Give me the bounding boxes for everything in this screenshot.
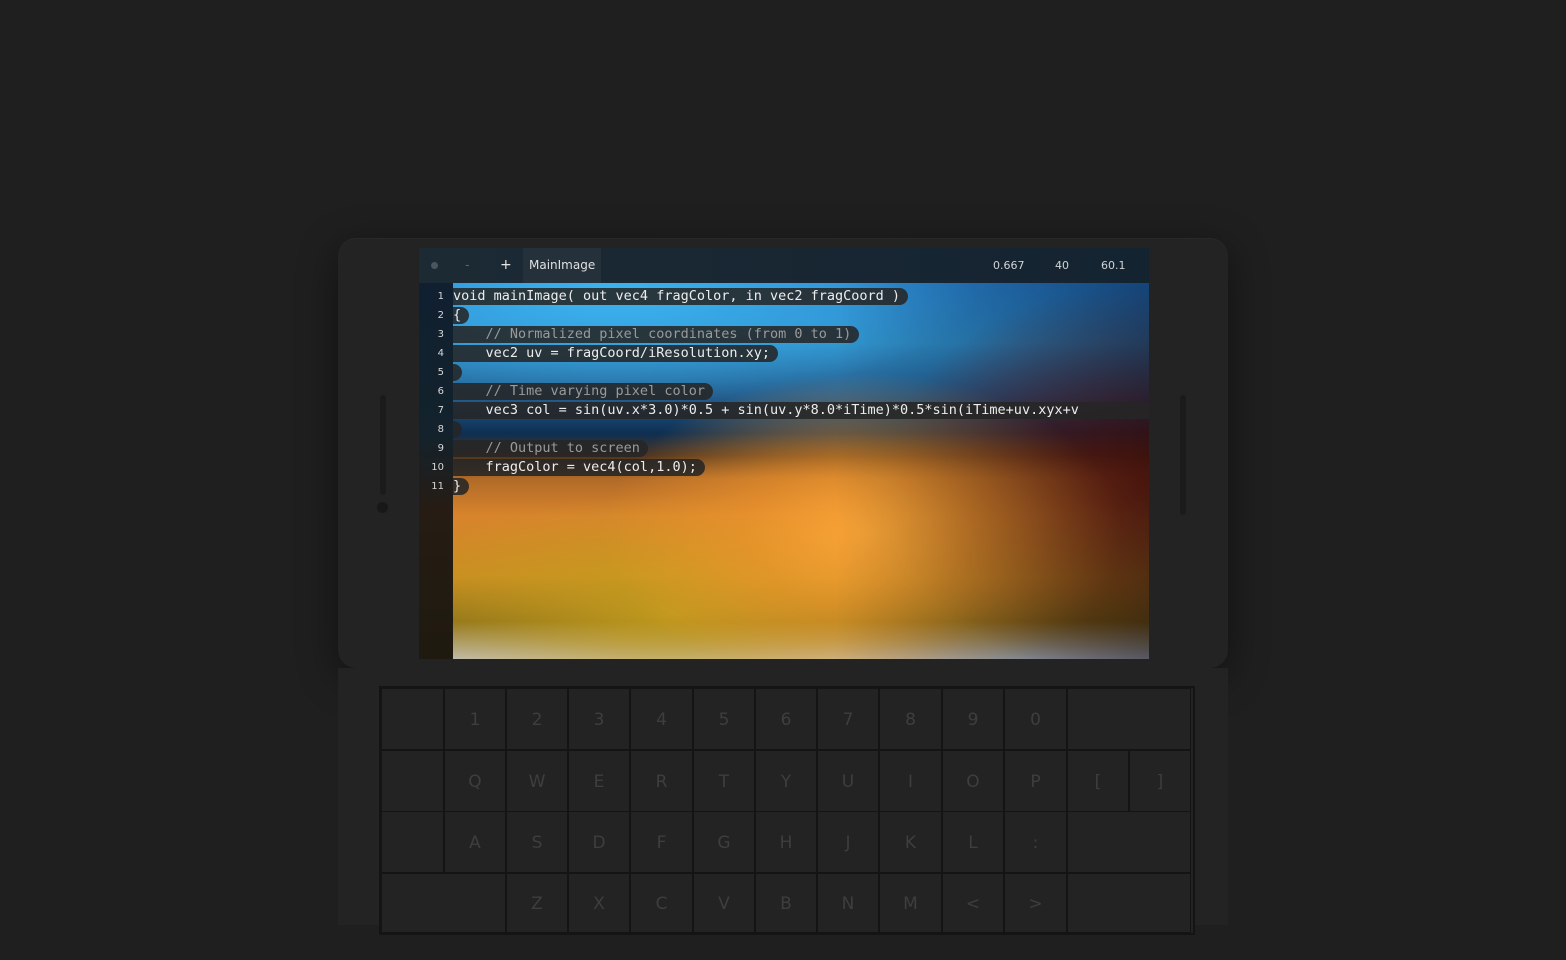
key-m[interactable]: M — [879, 873, 942, 933]
key-0[interactable]: 0 — [1004, 688, 1067, 750]
code-text[interactable]: fragColor = vec4(col,1.0); — [453, 459, 705, 476]
code-line[interactable]: 2{ — [419, 306, 1149, 325]
code-line[interactable]: 3 // Normalized pixel coordinates (from … — [419, 325, 1149, 344]
key-blank[interactable] — [1067, 811, 1191, 873]
code-text[interactable] — [453, 364, 462, 381]
tab-main-image[interactable]: MainImage — [523, 248, 602, 283]
line-number: 6 — [437, 386, 444, 397]
key-y[interactable]: Y — [755, 750, 817, 812]
code-line[interactable]: 11} — [419, 477, 1149, 496]
code-line[interactable]: 1 void mainImage( out vec4 fragColor, in … — [419, 287, 1149, 306]
key-blank[interactable] — [381, 688, 444, 750]
key-rbracket[interactable]: ] — [1129, 750, 1191, 812]
key-6[interactable]: 6 — [755, 688, 817, 750]
key-x[interactable]: X — [568, 873, 630, 933]
line-number: 8 — [437, 424, 444, 435]
code-line[interactable]: 9 // Output to screen — [419, 439, 1149, 458]
editor-toolbar: - + MainImage 0.667 40 60.1 — [419, 248, 1149, 283]
key-i[interactable]: I — [879, 750, 942, 812]
key-blank[interactable] — [381, 750, 444, 812]
line-number: 11 — [431, 481, 444, 492]
key-9[interactable]: 9 — [942, 688, 1004, 750]
key-3[interactable]: 3 — [568, 688, 630, 750]
line-number: 9 — [437, 443, 444, 454]
key-1[interactable]: 1 — [444, 688, 506, 750]
key-e[interactable]: E — [568, 750, 630, 812]
code-comment[interactable]: // Normalized pixel coordinates (from 0 … — [453, 326, 860, 343]
key-s[interactable]: S — [506, 811, 568, 873]
key-d[interactable]: D — [568, 811, 630, 873]
code-comment[interactable]: // Time varying pixel color — [453, 383, 713, 400]
line-number: 4 — [437, 348, 444, 359]
key-r[interactable]: R — [630, 750, 693, 812]
key-v[interactable]: V — [693, 873, 755, 933]
key-blank[interactable] — [1067, 873, 1191, 933]
code-text[interactable]: } — [453, 478, 470, 495]
shader-editor-screen: - + MainImage 0.667 40 60.1 1 void mainIm… — [419, 248, 1149, 659]
key-z[interactable]: Z — [506, 873, 568, 933]
key-5[interactable]: 5 — [693, 688, 755, 750]
zoom-out-button[interactable]: - — [465, 248, 470, 283]
code-text[interactable]: { — [453, 307, 470, 324]
code-line[interactable]: 8 — [419, 420, 1149, 439]
key-c[interactable]: C — [630, 873, 693, 933]
key-greater[interactable]: > — [1004, 873, 1067, 933]
key-w[interactable]: W — [506, 750, 568, 812]
key-j[interactable]: J — [817, 811, 879, 873]
add-pass-button[interactable]: + — [500, 248, 512, 283]
right-side-button — [1180, 395, 1186, 515]
code-line[interactable]: 6 // Time varying pixel color — [419, 382, 1149, 401]
record-dot-icon[interactable] — [431, 262, 438, 269]
key-l[interactable]: L — [942, 811, 1004, 873]
key-u[interactable]: U — [817, 750, 879, 812]
code-line[interactable]: 5 — [419, 363, 1149, 382]
code-comment[interactable]: // Output to screen — [453, 440, 648, 457]
key-7[interactable]: 7 — [817, 688, 879, 750]
code-line[interactable]: 7 vec3 col = sin(uv.x*3.0)*0.5 + sin(uv.… — [419, 401, 1149, 420]
left-side-button — [380, 395, 386, 495]
key-n[interactable]: N — [817, 873, 879, 933]
key-blank[interactable] — [381, 811, 444, 873]
fps-readout: 60.1 — [1101, 259, 1126, 272]
line-number: 7 — [437, 405, 444, 416]
key-4[interactable]: 4 — [630, 688, 693, 750]
code-text[interactable] — [453, 421, 462, 438]
key-colon[interactable]: : — [1004, 811, 1067, 873]
key-lbracket[interactable]: [ — [1067, 750, 1129, 812]
key-b[interactable]: B — [755, 873, 817, 933]
key-blank[interactable] — [1067, 688, 1191, 750]
line-number: 1 — [437, 291, 444, 302]
key-t[interactable]: T — [693, 750, 755, 812]
key-blank[interactable] — [381, 873, 506, 933]
line-number: 10 — [431, 462, 444, 473]
key-2[interactable]: 2 — [506, 688, 568, 750]
key-q[interactable]: Q — [444, 750, 506, 812]
code-line[interactable]: 10 fragColor = vec4(col,1.0); — [419, 458, 1149, 477]
key-f[interactable]: F — [630, 811, 693, 873]
line-number: 2 — [437, 310, 444, 321]
time-readout: 0.667 — [993, 259, 1025, 272]
key-h[interactable]: H — [755, 811, 817, 873]
key-o[interactable]: O — [942, 750, 1004, 812]
line-number: 3 — [437, 329, 444, 340]
key-g[interactable]: G — [693, 811, 755, 873]
key-less[interactable]: < — [942, 873, 1004, 933]
frame-readout: 40 — [1055, 259, 1069, 272]
line-number: 5 — [437, 367, 444, 378]
key-p[interactable]: P — [1004, 750, 1067, 812]
key-k[interactable]: K — [879, 811, 942, 873]
key-8[interactable]: 8 — [879, 688, 942, 750]
code-text[interactable]: void mainImage( out vec4 fragColor, in v… — [453, 288, 909, 305]
code-text[interactable]: vec2 uv = fragCoord/iResolution.xy; — [453, 345, 778, 362]
on-screen-keyboard: 1 2 3 4 5 6 7 8 9 0 Q W E R T Y U I O P[] A S D F G H J K L: Z X C V B N M <… — [379, 686, 1195, 935]
code-line[interactable]: 4 vec2 uv = fragCoord/iResolution.xy; — [419, 344, 1149, 363]
side-dot — [377, 502, 388, 513]
code-text[interactable]: vec3 col = sin(uv.x*3.0)*0.5 + sin(uv.y*… — [453, 402, 1149, 419]
key-a[interactable]: A — [444, 811, 506, 873]
